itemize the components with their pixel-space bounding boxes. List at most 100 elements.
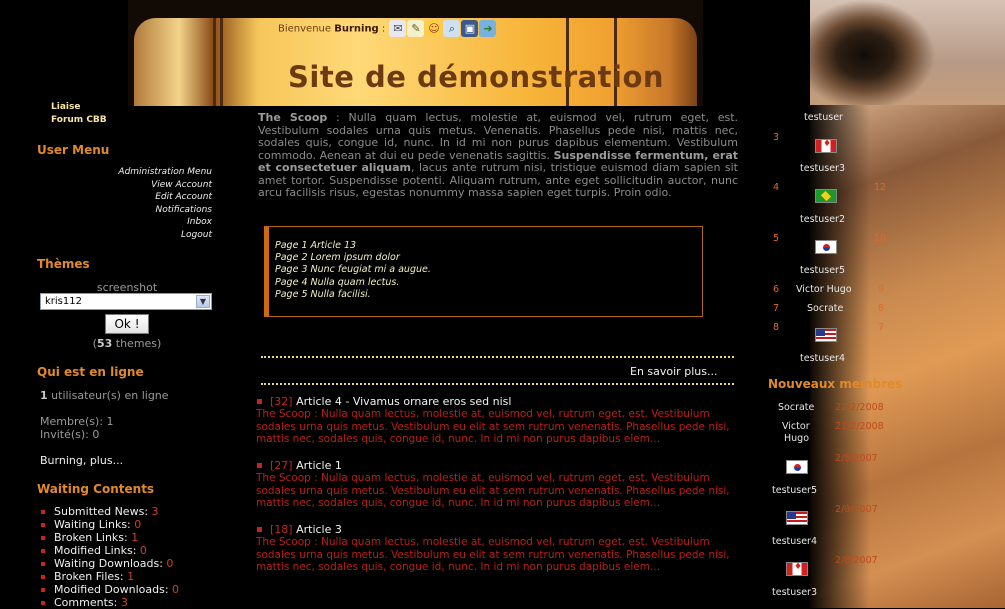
scoop-title: The Scoop <box>258 111 328 124</box>
header-banner: Bienvenue Burning : ✉ ✎ ☺ ⌕ ▣ ➜ Site de démon… <box>128 0 703 106</box>
eye-photo <box>810 0 1005 105</box>
article-item: [18] Article 3 The Scoop : Nulla quam le… <box>256 523 736 574</box>
welcome-prefix: Bienvenue <box>278 23 332 35</box>
poster-score: 10 <box>874 233 887 244</box>
poster-score: 12 <box>874 182 887 193</box>
poster-rank: 3 <box>773 132 780 143</box>
poster-name[interactable]: testuser4 <box>800 353 845 364</box>
online-count-number: 1 <box>40 389 48 402</box>
mail-icon[interactable]: ✉ <box>389 20 407 37</box>
menu-edit-account[interactable]: Edit Account <box>60 191 212 204</box>
waiting-count: 3 <box>120 596 128 609</box>
divider <box>261 383 734 385</box>
list-item[interactable]: Waiting Downloads: 0 <box>37 557 179 570</box>
flag-usa-icon <box>786 511 808 525</box>
poster-rank: 6 <box>773 284 780 295</box>
waiting-count: 0 <box>139 544 147 557</box>
poster-rank: 5 <box>773 233 780 244</box>
flag-canada-icon <box>815 139 837 153</box>
welcome-bar: Bienvenue Burning : ✉ ✎ ☺ ⌕ ▣ ➜ <box>278 20 497 37</box>
poster-rank: 8 <box>773 322 780 333</box>
online-user-link[interactable]: Burning, <box>40 454 86 467</box>
online-users: Burning, plus... <box>40 454 123 467</box>
poster-name[interactable]: testuser2 <box>800 214 845 225</box>
online-more-link[interactable]: plus... <box>90 454 123 467</box>
waiting-count: 0 <box>134 518 142 531</box>
article-title[interactable]: Article 1 <box>296 459 342 472</box>
site-title: Site de démonstration <box>288 60 665 94</box>
smiley-icon[interactable]: ☺ <box>425 20 443 37</box>
banner-stripe <box>220 18 223 106</box>
member-name[interactable]: Socrate <box>778 402 814 413</box>
banner-stripe <box>213 18 216 106</box>
poster-name[interactable]: testuser5 <box>800 265 845 276</box>
themes-count: (53 themes) <box>40 337 214 350</box>
article-body: The Scoop : Nulla quam lectus, molestie … <box>256 408 730 446</box>
list-item[interactable]: Modified Links: 0 <box>37 544 179 557</box>
list-item[interactable]: Waiting Links: 0 <box>37 518 179 531</box>
waiting-title: Waiting Contents <box>37 482 155 496</box>
bullet-icon <box>257 527 262 532</box>
poster-rank: 4 <box>773 182 780 193</box>
waiting-label: Comments <box>54 596 114 609</box>
member-date: 22/2/2008 <box>835 402 884 413</box>
member-name[interactable]: testuser4 <box>772 536 817 547</box>
search-icon[interactable]: ⌕ <box>443 20 461 37</box>
themes-count-suffix: themes) <box>115 337 162 350</box>
poster-name[interactable]: testuser <box>804 112 843 123</box>
link-liaise[interactable]: Liaise <box>51 102 80 112</box>
article-title[interactable]: Article 4 - Vivamus ornare eros sed nisl <box>296 395 511 408</box>
flag-brazil-icon <box>815 189 837 203</box>
page-link[interactable]: Page 4 Nulla quam lectus. <box>269 277 702 289</box>
menu-logout[interactable]: Logout <box>60 229 212 242</box>
scoop-text: The Scoop : Nulla quam lectus, molestie … <box>258 111 738 200</box>
notepad-icon[interactable]: ✎ <box>407 20 425 37</box>
link-forum-cbb[interactable]: Forum CBB <box>51 115 107 125</box>
read-more-link[interactable]: En savoir plus... <box>630 365 717 378</box>
chevron-down-icon[interactable]: ▼ <box>196 295 210 308</box>
list-item[interactable]: Comments: 3 <box>37 596 179 609</box>
ok-button[interactable]: Ok ! <box>105 314 149 334</box>
user-menu: Administration Menu View Account Edit Ac… <box>60 166 212 241</box>
waiting-count: 0 <box>172 583 180 596</box>
waiting-label: Waiting Downloads <box>54 557 160 570</box>
list-item[interactable]: Broken Files: 1 <box>37 570 179 583</box>
theme-select[interactable]: kris112 ▼ <box>40 293 212 310</box>
member-name[interactable]: Hugo <box>784 433 809 444</box>
menu-inbox[interactable]: Inbox <box>60 216 212 229</box>
member-name[interactable]: Victor <box>782 421 810 432</box>
flag-korea-icon <box>815 240 837 254</box>
online-members: Membre(s): 1 <box>40 415 114 428</box>
menu-administration[interactable]: Administration Menu <box>60 166 212 179</box>
waiting-label: Modified Downloads <box>54 583 165 596</box>
waiting-label: Submitted News <box>54 505 145 518</box>
list-item[interactable]: Submitted News: 3 <box>37 505 179 518</box>
exit-icon[interactable]: ➜ <box>479 20 497 37</box>
picture-icon[interactable]: ▣ <box>461 20 479 37</box>
article-id: [18] <box>270 523 293 536</box>
theme-select-value: kris112 <box>45 296 82 307</box>
menu-view-account[interactable]: View Account <box>60 179 212 192</box>
online-guests: Invité(s): 0 <box>40 428 100 441</box>
poster-name[interactable]: Socrate <box>807 303 843 314</box>
member-date: 2/8/2007 <box>835 555 878 566</box>
poster-name[interactable]: Victor Hugo <box>796 284 852 295</box>
menu-notifications[interactable]: Notifications <box>60 204 212 217</box>
page-link[interactable]: Page 3 Nunc feugiat mi a augue. <box>269 264 702 276</box>
page-link[interactable]: Page 2 Lorem ipsum dolor <box>269 252 702 264</box>
poster-score: 9 <box>878 284 885 295</box>
article-title[interactable]: Article 3 <box>296 523 342 536</box>
bullet-icon <box>257 399 262 404</box>
list-item[interactable]: Broken Links: 1 <box>37 531 179 544</box>
article-body: The Scoop : Nulla quam lectus, molestie … <box>256 472 730 510</box>
page-link[interactable]: Page 5 Nulla facilisi. <box>269 289 702 301</box>
poster-name[interactable]: testuser3 <box>800 163 845 174</box>
member-date: 21/2/2008 <box>835 421 884 432</box>
list-item[interactable]: Modified Downloads: 0 <box>37 583 179 596</box>
username[interactable]: Burning <box>334 24 379 35</box>
waiting-label: Waiting Links <box>54 518 128 531</box>
page-link[interactable]: Page 1 Article 13 <box>269 240 702 252</box>
member-name[interactable]: testuser3 <box>772 587 817 598</box>
member-name[interactable]: testuser5 <box>772 485 817 496</box>
online-count: 1 utilisateur(s) en ligne <box>40 389 169 402</box>
